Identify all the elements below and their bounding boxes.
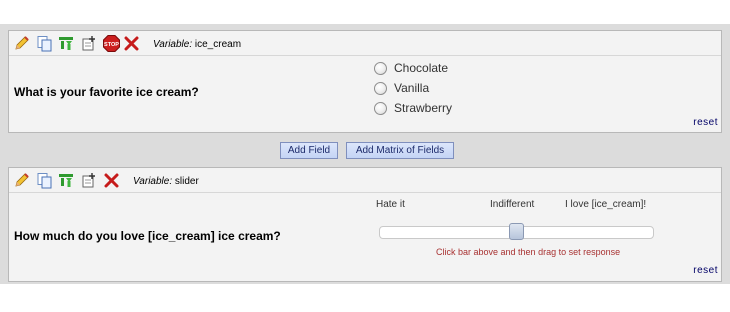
question-text: How much do you love [ice_cream] ice cre… (14, 229, 281, 243)
pencil-icon[interactable] (13, 35, 30, 52)
field-panel-ice-cream: STOP Variable: ice_cream What is your fa… (8, 30, 722, 133)
variable-label: Variable: ice_cream (153, 39, 241, 50)
field-toolbar: STOP Variable: ice_cream (9, 31, 721, 56)
option-label: Vanilla (394, 81, 430, 95)
option-label: Strawberry (394, 101, 453, 115)
scale-label-middle: Indifferent (490, 199, 535, 210)
scale-label-right: I love [ice_cream]! (565, 199, 647, 210)
radio-button[interactable] (374, 102, 387, 115)
field-toolbar: Variable: slider (9, 168, 721, 193)
branch-icon[interactable] (58, 172, 75, 189)
stop-icon[interactable]: STOP (103, 35, 120, 52)
slider-hint: Click bar above and then drag to set res… (436, 247, 621, 257)
variable-prefix: Variable: (153, 39, 193, 50)
slider-handle[interactable] (509, 223, 524, 240)
reset-link[interactable]: reset (693, 265, 718, 276)
delete-icon[interactable] (123, 35, 140, 52)
pencil-icon[interactable] (13, 172, 30, 189)
radio-button[interactable] (374, 62, 387, 75)
field-panel-slider: Variable: slider Hate it Indifferent I l… (8, 167, 722, 282)
scale-label-left: Hate it (376, 199, 405, 210)
add-matrix-button[interactable]: Add Matrix of Fields (346, 142, 454, 159)
move-icon[interactable] (81, 172, 98, 189)
copy-icon[interactable] (36, 35, 53, 52)
option-label: Chocolate (394, 61, 449, 75)
branch-icon[interactable] (58, 35, 75, 52)
add-field-button[interactable]: Add Field (280, 142, 338, 159)
variable-label: Variable: slider (133, 176, 199, 187)
variable-name: ice_cream (194, 39, 242, 50)
variable-prefix: Variable: (133, 176, 173, 187)
variable-name: slider (174, 176, 199, 187)
move-icon[interactable] (81, 35, 98, 52)
reset-link[interactable]: reset (693, 117, 718, 128)
radio-button[interactable] (374, 82, 387, 95)
svg-text:STOP: STOP (104, 42, 119, 48)
copy-icon[interactable] (36, 172, 53, 189)
question-text: What is your favorite ice cream? (14, 85, 199, 99)
top-margin (0, 0, 730, 24)
delete-icon[interactable] (103, 172, 120, 189)
